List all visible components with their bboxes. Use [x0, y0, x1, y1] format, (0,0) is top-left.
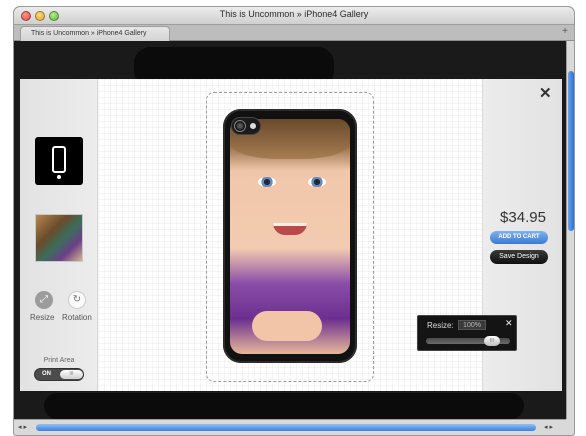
vertical-scroll-thumb[interactable] — [568, 71, 574, 231]
rotation-tool-label: Rotation — [62, 313, 92, 322]
horizontal-scroll-thumb[interactable] — [36, 424, 536, 431]
phone-outline-icon — [52, 146, 66, 173]
photo-mouth — [273, 223, 307, 235]
resize-value-field[interactable]: 100% — [458, 320, 486, 330]
rotation-icon[interactable]: ↻ — [68, 291, 86, 309]
photo-hands — [252, 311, 322, 341]
resize-icon[interactable]: ⤢ — [35, 291, 53, 309]
page-content: ⤢ ↻ Resize Rotation Print Area ON III ✕ … — [14, 41, 566, 419]
new-tab-button[interactable]: + — [562, 26, 568, 37]
close-popup-button[interactable]: ✕ — [505, 318, 513, 329]
title-bar: This is Uncommon » iPhone4 Gallery — [14, 7, 574, 25]
background-phone-shadow-bottom — [44, 393, 524, 419]
close-editor-button[interactable]: ✕ — [539, 86, 552, 101]
scroll-corner — [566, 419, 574, 435]
design-editor-modal: ⤢ ↻ Resize Rotation Print Area ON III ✕ … — [20, 79, 562, 391]
case-photo[interactable] — [230, 119, 350, 354]
scroll-right-arrows[interactable]: ◂ ▸ — [544, 423, 553, 431]
print-area-toggle[interactable]: ON III — [34, 368, 84, 381]
resize-popup: Resize: 100% ✕ III — [417, 315, 517, 351]
flash-icon — [250, 123, 256, 129]
photo-eye-left — [258, 177, 276, 187]
resize-tool-label: Resize — [30, 313, 55, 322]
phone-model-thumbnail[interactable] — [35, 137, 83, 185]
save-design-button[interactable]: Save Design — [490, 250, 548, 264]
scroll-left-arrows[interactable]: ◂ ▸ — [18, 423, 27, 431]
resize-slider-knob[interactable]: III — [484, 336, 500, 346]
home-button-icon — [57, 175, 61, 179]
camera-lens-icon — [234, 120, 246, 132]
camera-cutout — [231, 117, 261, 135]
tab-bar: This is Uncommon » iPhone4 Gallery + — [14, 25, 574, 41]
price-label: $34.95 — [500, 209, 546, 226]
window-title: This is Uncommon » iPhone4 Gallery — [219, 9, 369, 19]
add-to-cart-button[interactable]: ADD TO CART — [490, 231, 548, 244]
horizontal-scrollbar[interactable]: ◂ ▸ ◂ ▸ — [14, 419, 566, 435]
resize-popup-label: Resize: — [427, 321, 454, 330]
resize-slider[interactable]: III — [426, 336, 510, 346]
print-area-label: Print Area — [43, 357, 75, 364]
editor-left-panel: ⤢ ↻ Resize Rotation Print Area ON III — [20, 79, 98, 391]
browser-window: This is Uncommon » iPhone4 Gallery This … — [14, 7, 574, 435]
toggle-on-label: ON — [42, 371, 51, 377]
phone-case-preview — [223, 109, 357, 363]
photo-eye-right — [308, 177, 326, 187]
vertical-scrollbar[interactable] — [566, 41, 574, 419]
photo-thumbnail[interactable] — [35, 214, 83, 262]
tab-active[interactable]: This is Uncommon » iPhone4 Gallery — [20, 26, 170, 41]
toggle-knob[interactable]: III — [60, 370, 83, 379]
